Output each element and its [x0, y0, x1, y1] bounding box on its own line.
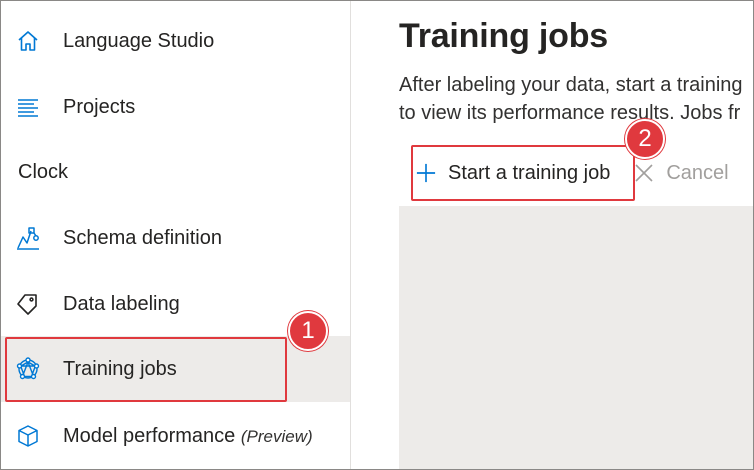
sidebar-item-schema-definition[interactable]: Schema definition — [1, 205, 350, 271]
callout-badge-1: 1 — [288, 311, 328, 351]
training-jobs-list — [399, 206, 753, 469]
sidebar-item-label: Projects — [63, 95, 136, 118]
preview-tag: (Preview) — [240, 426, 313, 446]
cube-icon — [15, 423, 41, 449]
callout-badge-2: 2 — [625, 119, 665, 159]
sidebar-item-model-performance[interactable]: Model performance (Preview) — [1, 403, 350, 469]
start-training-job-button[interactable]: Start a training job — [399, 147, 624, 199]
sidebar-item-label: Training jobs — [63, 357, 177, 380]
sidebar-item-projects[interactable]: Projects — [1, 74, 350, 140]
sidebar-item-label-text: Model performance — [63, 424, 236, 447]
schema-icon — [15, 225, 41, 251]
add-icon — [416, 163, 436, 183]
description-line: to view its performance results. Jobs fr — [399, 102, 741, 124]
sidebar-item-label: Language Studio — [63, 29, 215, 52]
main-content: Training jobs After labeling your data, … — [351, 1, 753, 469]
home-icon — [15, 28, 41, 54]
close-icon — [634, 163, 654, 183]
project-name: Clock — [18, 161, 69, 183]
sidebar-item-language-studio[interactable]: Language Studio — [1, 8, 350, 74]
network-icon — [15, 356, 41, 382]
start-training-job-label: Start a training job — [448, 161, 611, 184]
sidebar-item-label: Data labeling — [63, 292, 180, 315]
sidebar-item-label: Schema definition — [63, 226, 222, 249]
sidebar: Language Studio Projects Clock Schema de… — [1, 1, 350, 469]
tag-icon — [15, 291, 41, 317]
page-title: Training jobs — [399, 17, 608, 55]
page-description: After labeling your data, start a traini… — [399, 71, 743, 127]
list-icon — [15, 94, 41, 120]
cancel-label: Cancel — [666, 161, 729, 184]
command-bar: Start a training job Cancel — [399, 147, 743, 199]
sidebar-item-label: Model performance (Preview) — [63, 425, 313, 448]
description-line: After labeling your data, start a traini… — [399, 74, 743, 96]
